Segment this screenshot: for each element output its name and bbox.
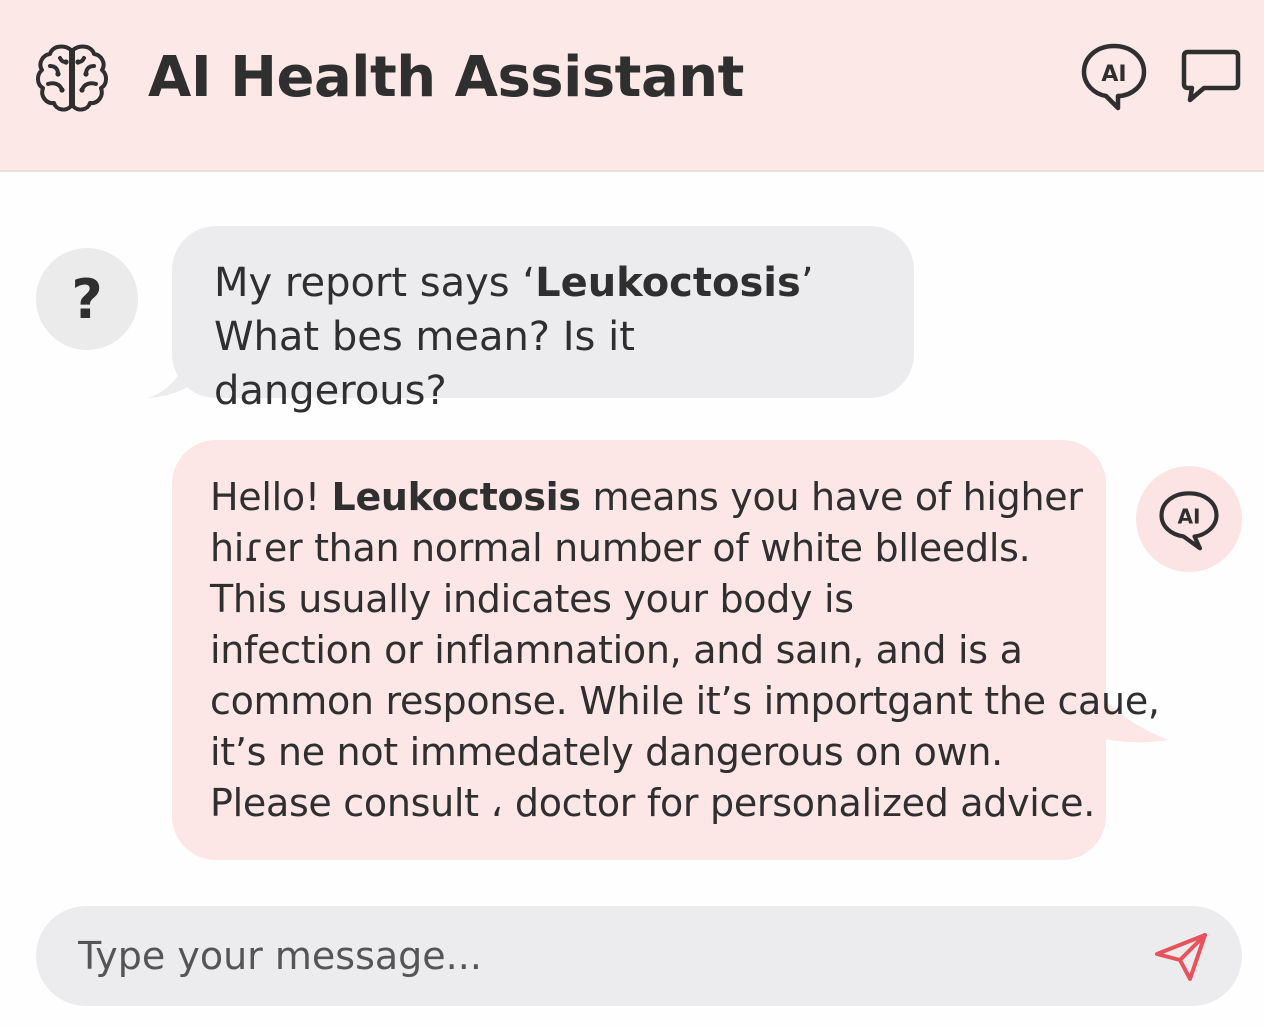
ai-message-line-2: hiɾer than normal number of white blleed…: [210, 526, 1031, 570]
ai-message-line-4: infection or inflamnation, and saın, and…: [210, 628, 1023, 672]
app-header: AI Health Assistant AI: [0, 0, 1264, 172]
ai-message-line-3: This usually indicates your body is: [210, 577, 854, 621]
ai-icon-label: AI: [1101, 62, 1126, 87]
ai-message-line-5: common response. While it’s importgant t…: [210, 679, 1160, 723]
user-message-line-2: What bes mean? Is it dangerous?: [214, 314, 635, 414]
ai-message-line-7: Please consult ، doctor for personalized…: [210, 781, 1096, 825]
question-mark-icon: ?: [71, 267, 103, 331]
ai-message-line-1: Hello! Leukoctosis means you have of hig…: [210, 475, 1083, 519]
chat-bubble-icon[interactable]: [1180, 46, 1242, 108]
brain-icon: [36, 44, 108, 112]
app-title: AI Health Assistant: [148, 45, 744, 110]
ai-avatar-label: AI: [1177, 505, 1200, 529]
message-input[interactable]: [76, 920, 1136, 992]
ai-message-bubble: Hello! Leukoctosis means you have of hig…: [172, 440, 1160, 860]
user-avatar: ?: [36, 248, 138, 350]
user-message-term: Leukoctosis: [535, 260, 801, 306]
ai-avatar-icon: AI: [1159, 491, 1219, 551]
send-icon[interactable]: [1154, 932, 1208, 982]
user-message-bubble: My report says ‘Leukoctosis’ What bes me…: [172, 226, 914, 414]
ai-assistant-icon[interactable]: AI: [1078, 40, 1150, 112]
user-message-line-1: My report says ‘Leukoctosis’: [214, 260, 814, 306]
ai-avatar: AI: [1136, 466, 1242, 572]
message-composer: [36, 906, 1242, 1006]
ai-message-term: Leukoctosis: [331, 475, 581, 519]
ai-message-line-6: it’s ne not immedately dangerous on own.: [210, 730, 1003, 774]
